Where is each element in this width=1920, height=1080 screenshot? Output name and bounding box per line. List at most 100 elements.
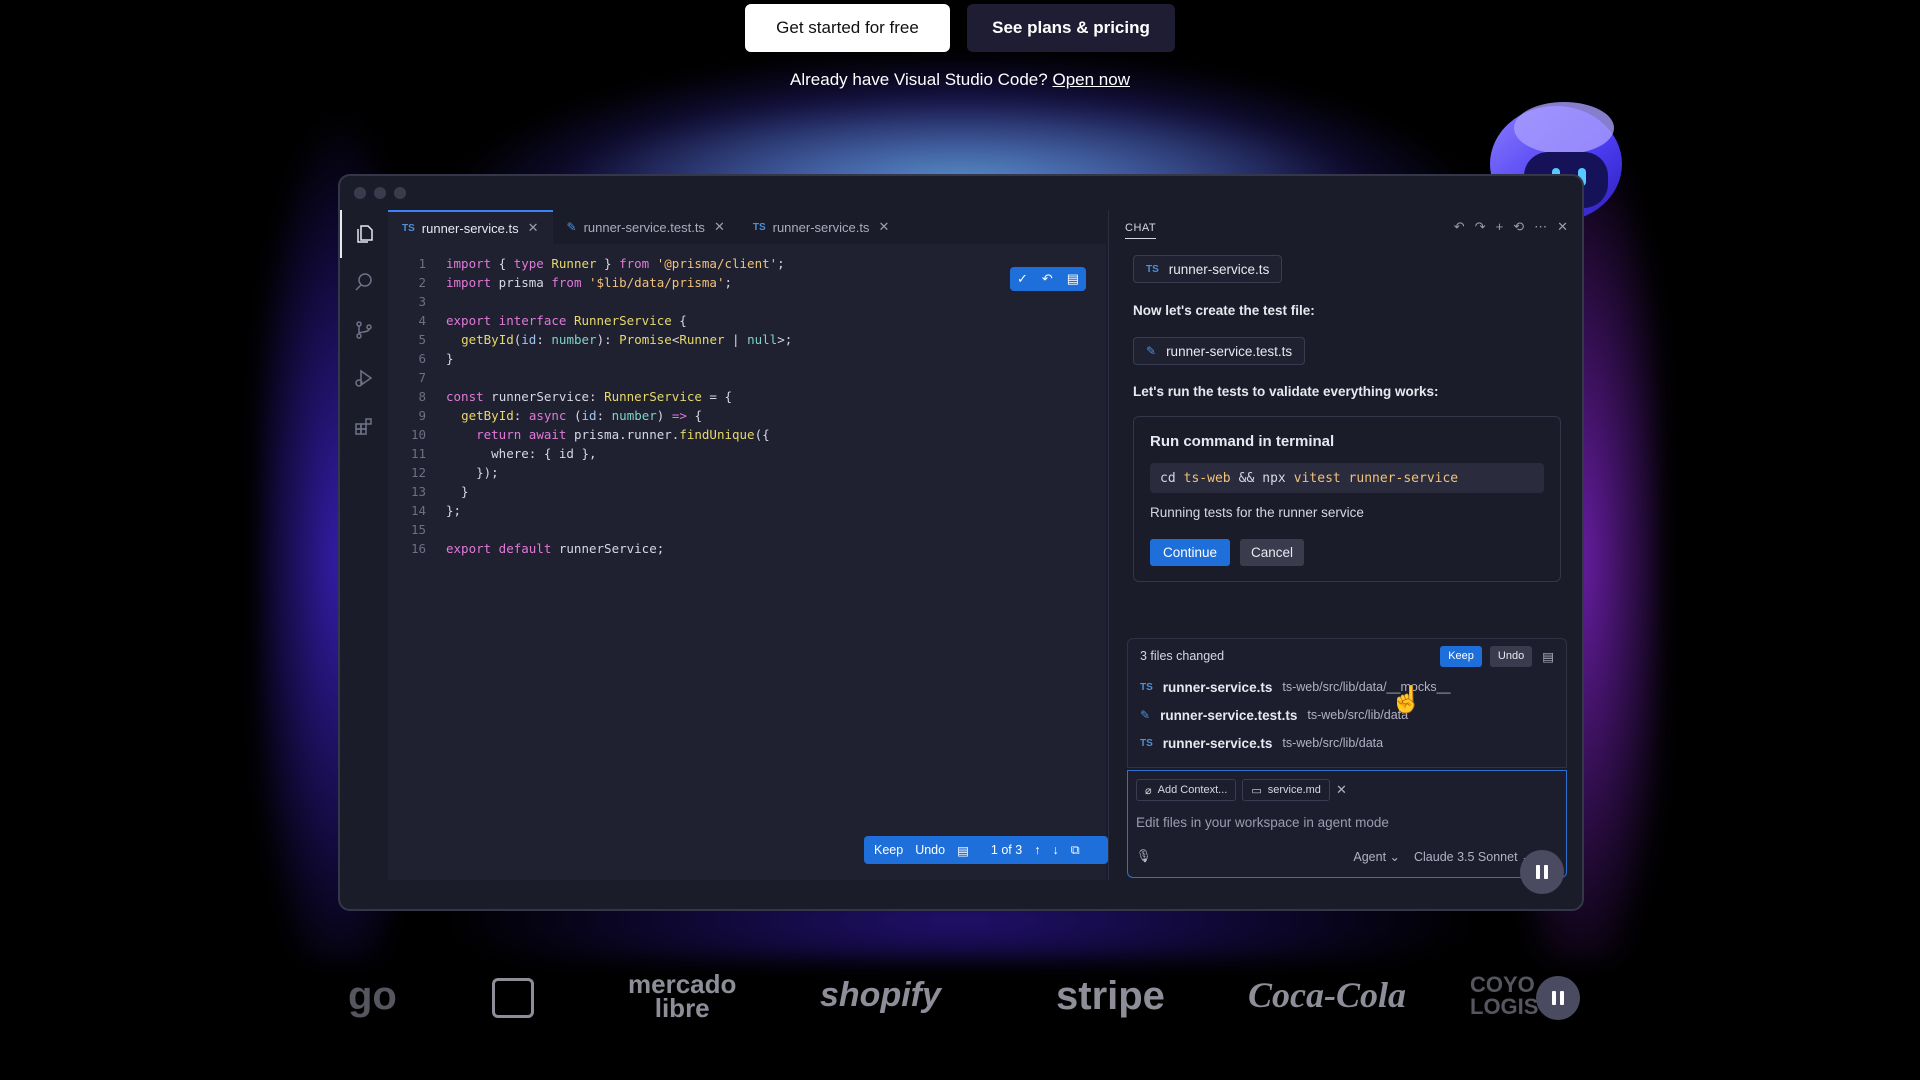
ts-file-icon: TS bbox=[752, 221, 766, 233]
pencil-icon: ✎ bbox=[566, 220, 577, 234]
file-icon: ▭ bbox=[1251, 784, 1262, 797]
chat-input-placeholder[interactable]: Edit files in your workspace in agent mo… bbox=[1136, 815, 1389, 830]
remove-context-icon[interactable]: ✕ bbox=[1336, 779, 1347, 801]
pencil-icon: ✎ bbox=[1140, 708, 1151, 722]
files-changed-header: 3 files changed Keep Undo ▤ bbox=[1128, 639, 1566, 673]
file-chip-label: runner-service.test.ts bbox=[1166, 343, 1293, 359]
terminal-command[interactable]: cd ts-web && npx vitest runner-service bbox=[1150, 463, 1544, 493]
chat-input-box[interactable]: ⌀ Add Context... ▭ service.md ✕ Edit fil… bbox=[1127, 770, 1567, 878]
extensions-icon[interactable] bbox=[340, 402, 388, 450]
already-text: Already have Visual Studio Code? bbox=[790, 70, 1048, 89]
pause-video-button[interactable] bbox=[1520, 850, 1564, 894]
logo-coyote: COYO LOGIS bbox=[1470, 972, 1539, 1019]
context-row: ⌀ Add Context... ▭ service.md ✕ bbox=[1136, 779, 1347, 801]
ts-file-icon: TS bbox=[1140, 681, 1153, 693]
close-icon[interactable]: ✕ bbox=[878, 219, 889, 235]
get-started-button[interactable]: Get started for free bbox=[745, 4, 950, 52]
command-description: Running tests for the runner service bbox=[1150, 505, 1364, 520]
chat-message: Now let's create the test file: bbox=[1133, 303, 1315, 318]
close-icon[interactable]: ✕ bbox=[714, 219, 725, 235]
chat-input-footer: 🎙 Agent ⌄ Claude 3.5 Sonnet ⌄ ➤ bbox=[1136, 849, 1556, 864]
run-command-title: Run command in terminal bbox=[1150, 433, 1335, 450]
changed-file-row[interactable]: TS runner-service.ts ts-web/src/lib/data bbox=[1128, 729, 1566, 757]
undo-icon[interactable]: ↶ bbox=[1042, 271, 1053, 287]
ts-file-icon: TS bbox=[1140, 737, 1153, 749]
add-context-button[interactable]: ⌀ Add Context... bbox=[1136, 779, 1237, 801]
more-icon[interactable]: ⋯ bbox=[1534, 219, 1547, 235]
plans-pricing-button[interactable]: See plans & pricing bbox=[967, 4, 1175, 52]
tab-label: runner-service.ts bbox=[772, 219, 870, 235]
source-control-icon[interactable] bbox=[340, 306, 388, 354]
activity-bar bbox=[340, 210, 388, 880]
window-maximize-dot[interactable] bbox=[394, 187, 406, 199]
mode-selector[interactable]: Agent ⌄ bbox=[1353, 849, 1400, 864]
undo-all-button[interactable]: Undo bbox=[1489, 645, 1533, 667]
tab-label: runner-service.test.ts bbox=[583, 219, 705, 235]
already-have-vscode-text: Already have Visual Studio Code? Open no… bbox=[0, 70, 1920, 90]
cancel-button[interactable]: Cancel bbox=[1240, 539, 1304, 566]
customer-logos: go mercado libre shopify stripe Coca-Cola… bbox=[340, 968, 1580, 1028]
search-icon[interactable] bbox=[340, 258, 388, 306]
files-changed-panel: 3 files changed Keep Undo ▤ TS runner-se… bbox=[1127, 638, 1567, 768]
editor-window: TS runner-service.ts ✕ ✎ runner-service.… bbox=[338, 174, 1584, 911]
change-counter: 1 of 3 bbox=[990, 843, 1023, 857]
logo-coca-cola: Coca-Cola bbox=[1248, 975, 1406, 1015]
continue-button[interactable]: Continue bbox=[1150, 539, 1230, 566]
keep-button[interactable]: Keep bbox=[874, 843, 903, 857]
pause-logos-button[interactable] bbox=[1536, 976, 1580, 1020]
logo-go: go bbox=[348, 974, 397, 1018]
ts-file-icon: TS bbox=[402, 222, 415, 234]
close-icon[interactable]: ✕ bbox=[1557, 219, 1568, 235]
run-debug-icon[interactable] bbox=[340, 354, 388, 402]
arrow-down-icon[interactable]: ↓ bbox=[1052, 843, 1058, 857]
file-chip-runner-service-test[interactable]: ✎ runner-service.test.ts bbox=[1133, 337, 1306, 365]
close-icon[interactable]: ✕ bbox=[528, 220, 539, 236]
window-titlebar bbox=[340, 176, 1582, 210]
history-icon[interactable]: ⟲ bbox=[1513, 219, 1524, 235]
mouse-cursor-icon: ☝ bbox=[1390, 684, 1423, 714]
pencil-icon: ✎ bbox=[1146, 344, 1157, 358]
code-area[interactable]: 1 import { type Runner } from '@prisma/cl… bbox=[388, 254, 792, 558]
changed-file-row[interactable]: ✎ runner-service.test.ts ts-web/src/lib/… bbox=[1128, 701, 1566, 729]
chat-title: CHAT bbox=[1125, 222, 1157, 239]
ts-file-icon: TS bbox=[1146, 263, 1159, 275]
context-file-chip[interactable]: ▭ service.md bbox=[1242, 779, 1330, 801]
code-editor: TS runner-service.ts ✕ ✎ runner-service.… bbox=[388, 210, 1108, 880]
redo-icon[interactable]: ↷ bbox=[1475, 219, 1486, 235]
diff-file-icon[interactable]: ▤ bbox=[957, 843, 969, 858]
logo-mercado-libre: mercado libre bbox=[628, 969, 737, 1023]
open-external-icon[interactable]: ⧉ bbox=[1071, 843, 1080, 858]
tab-runner-service-2[interactable]: TS runner-service.ts ✕ bbox=[739, 210, 904, 244]
tab-runner-service[interactable]: TS runner-service.ts ✕ bbox=[388, 210, 553, 244]
undo-icon[interactable]: ↶ bbox=[1454, 219, 1465, 235]
paperclip-icon: ⌀ bbox=[1145, 784, 1152, 797]
diff-file-icon[interactable]: ▤ bbox=[1542, 649, 1554, 664]
plus-icon[interactable]: + bbox=[1496, 219, 1504, 235]
review-toolbar: Keep Undo ▤ 1 of 3 ↑ ↓ ⧉ bbox=[864, 836, 1108, 864]
cta-row: Get started for free See plans & pricing bbox=[0, 4, 1920, 52]
files-changed-summary: 3 files changed bbox=[1140, 649, 1225, 663]
diff-file-icon[interactable]: ▤ bbox=[1067, 271, 1079, 287]
changed-file-row[interactable]: TS runner-service.ts ts-web/src/lib/data… bbox=[1128, 673, 1566, 701]
arrow-up-icon[interactable]: ↑ bbox=[1034, 843, 1040, 857]
model-selector[interactable]: Claude 3.5 Sonnet ⌄ bbox=[1414, 849, 1532, 864]
keep-all-button[interactable]: Keep bbox=[1440, 645, 1482, 667]
file-chip-label: runner-service.ts bbox=[1168, 261, 1270, 277]
logo-gm bbox=[492, 978, 534, 1018]
open-now-link[interactable]: Open now bbox=[1052, 70, 1130, 89]
explorer-icon[interactable] bbox=[340, 210, 388, 258]
chat-header: CHAT ↶ ↷ + ⟲ ⋯ ✕ bbox=[1109, 210, 1582, 244]
window-minimize-dot[interactable] bbox=[374, 187, 386, 199]
chat-header-icons: ↶ ↷ + ⟲ ⋯ ✕ bbox=[1454, 219, 1568, 235]
file-chip-runner-service[interactable]: TS runner-service.ts bbox=[1133, 255, 1283, 283]
inline-actions: ✓ ↶ ▤ bbox=[1010, 267, 1086, 291]
microphone-icon[interactable]: 🎙 bbox=[1136, 849, 1152, 864]
tab-runner-service-test[interactable]: ✎ runner-service.test.ts ✕ bbox=[553, 210, 739, 244]
run-command-card: Run command in terminal cd ts-web && npx vit… bbox=[1133, 416, 1561, 582]
logo-stripe: stripe bbox=[1056, 974, 1165, 1018]
window-close-dot[interactable] bbox=[354, 187, 366, 199]
undo-button[interactable]: Undo bbox=[915, 843, 945, 857]
editor-tabs: TS runner-service.ts ✕ ✎ runner-service.… bbox=[388, 210, 1106, 244]
chat-message: Let's run the tests to validate everythi… bbox=[1133, 384, 1439, 399]
accept-check-icon[interactable]: ✓ bbox=[1017, 271, 1028, 287]
